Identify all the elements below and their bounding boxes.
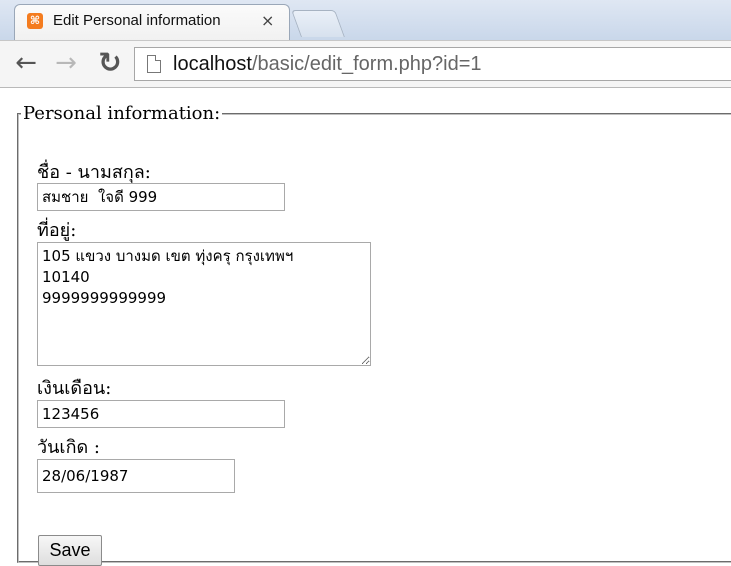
birthdate-input[interactable] bbox=[37, 459, 235, 493]
save-button[interactable]: Save bbox=[38, 535, 102, 566]
browser-tab[interactable]: ⌘ Edit Personal information × bbox=[14, 4, 290, 40]
xampp-icon: ⌘ bbox=[27, 13, 43, 29]
fieldset-legend: Personal information: bbox=[23, 103, 221, 124]
url-host: localhost bbox=[173, 53, 252, 75]
new-tab-button[interactable] bbox=[291, 10, 345, 37]
forward-icon[interactable]: → bbox=[54, 50, 78, 76]
salary-input[interactable] bbox=[37, 400, 285, 428]
address-bar[interactable]: localhost/basic/edit_form.php?id=1 bbox=[134, 47, 731, 81]
browser-tab-strip: ⌘ Edit Personal information × bbox=[0, 0, 731, 40]
url-text[interactable]: localhost/basic/edit_form.php?id=1 bbox=[173, 53, 482, 76]
back-icon[interactable]: ← bbox=[14, 50, 38, 76]
url-path: /basic/edit_form.php?id=1 bbox=[251, 53, 482, 75]
browser-toolbar: ← → ↻ localhost/basic/edit_form.php?id=1 bbox=[0, 40, 731, 88]
address-textarea[interactable]: 105 แขวง บางมด เขต ทุ่งครุ กรุงเทพฯ 1014… bbox=[37, 242, 371, 366]
birthdate-label: วันเกิด : bbox=[37, 437, 100, 458]
salary-label: เงินเดือน: bbox=[37, 378, 112, 399]
personal-information-fieldset: Personal information: ชื่อ - นามสกุล: ที… bbox=[17, 103, 731, 566]
page-content: Personal information: ชื่อ - นามสกุล: ที… bbox=[0, 88, 731, 566]
tab-title: Edit Personal information bbox=[53, 12, 221, 29]
address-label: ที่อยู่: bbox=[37, 220, 77, 241]
name-input[interactable] bbox=[37, 183, 285, 211]
name-label: ชื่อ - นามสกุล: bbox=[37, 162, 151, 183]
page-icon bbox=[147, 55, 161, 73]
reload-icon[interactable]: ↻ bbox=[98, 49, 122, 77]
close-icon[interactable]: × bbox=[261, 11, 274, 30]
